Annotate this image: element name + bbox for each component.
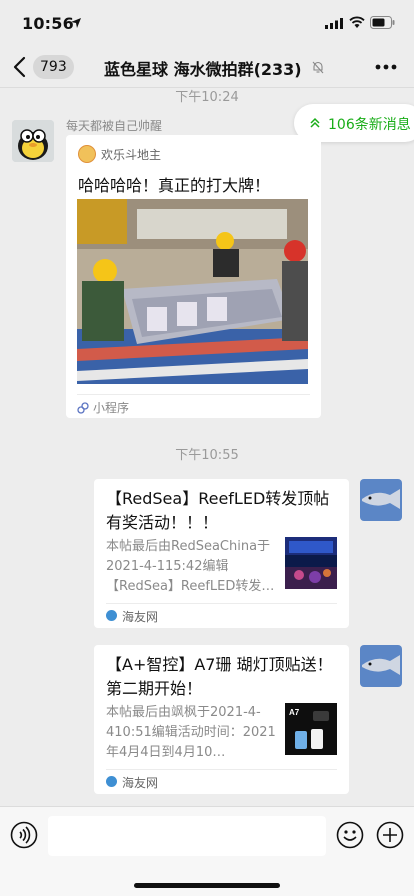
thumbnail-text: A7 — [289, 708, 300, 717]
link-description: 本帖最后由飒枫于2021-4-410:51编辑活动时间：2021年4月4日到4月… — [106, 705, 276, 760]
emoji-icon[interactable] — [336, 821, 364, 849]
mini-program-footer: 小程序 — [77, 394, 310, 418]
sender-avatar[interactable] — [12, 120, 54, 162]
mini-program-card[interactable]: 欢乐斗地主 哈哈哈哈！真正的打大牌！ 小程序 — [66, 135, 321, 418]
cellular-signal-icon — [325, 18, 343, 29]
mini-program-image — [77, 199, 308, 384]
my-avatar[interactable] — [360, 479, 402, 521]
mute-bell-icon — [312, 61, 324, 74]
sender-name: 每天都被自己帅醒 — [66, 119, 163, 133]
more-options-icon[interactable] — [375, 64, 397, 70]
link-source: 海友网 — [122, 610, 159, 624]
timestamp: 下午10:55 — [175, 448, 239, 463]
link-title: 【RedSea】ReefLED转发顶帖有奖活动！！！ — [106, 489, 330, 532]
link-footer: 海友网 — [106, 603, 337, 628]
mini-program-label: 小程序 — [93, 401, 130, 415]
link-thumbnail: A7 — [285, 703, 337, 755]
battery-icon — [370, 16, 395, 29]
input-bar — [0, 806, 414, 896]
double-chevron-up-icon — [310, 117, 320, 128]
chat-title: 蓝色星球 海水微拍群(233) — [104, 60, 302, 79]
new-messages-label: 106条新消息 — [328, 117, 411, 133]
mini-program-title: 哈哈哈哈！真正的打大牌！ — [78, 176, 271, 195]
voice-input-icon[interactable] — [10, 821, 38, 849]
mini-program-icon — [77, 402, 89, 414]
chat-header: 793 蓝色星球 海水微拍群(233) — [0, 46, 414, 88]
timestamp: 下午10:24 — [175, 90, 239, 105]
back-chevron-icon[interactable] — [12, 56, 26, 78]
wifi-icon — [349, 16, 365, 28]
link-thumbnail — [285, 537, 337, 589]
plus-icon[interactable] — [376, 821, 404, 849]
location-arrow-icon — [71, 18, 81, 28]
link-card[interactable]: 【RedSea】ReefLED转发顶帖有奖活动！！！ 本帖最后由RedSeaCh… — [94, 479, 349, 628]
status-bar: 10:56 — [0, 0, 414, 46]
link-source: 海友网 — [122, 776, 159, 790]
link-title: 【A+智控】A7珊 瑚灯顶贴送！第二期开始！ — [106, 655, 333, 698]
link-description: 本帖最后由RedSeaChina于2021-4-115:42编辑【RedSea】… — [106, 539, 275, 594]
mini-program-name: 欢乐斗地主 — [101, 148, 162, 162]
link-footer: 海友网 — [106, 769, 337, 794]
website-icon — [106, 776, 117, 787]
message-input[interactable] — [48, 816, 326, 856]
status-time: 10:56 — [22, 14, 74, 33]
website-icon — [106, 610, 117, 621]
unread-count-badge[interactable]: 793 — [33, 55, 74, 79]
link-card[interactable]: 【A+智控】A7珊 瑚灯顶贴送！第二期开始！ 本帖最后由飒枫于2021-4-41… — [94, 645, 349, 794]
my-avatar[interactable] — [360, 645, 402, 687]
doudizhu-logo-icon — [78, 145, 96, 163]
home-indicator — [134, 883, 280, 888]
